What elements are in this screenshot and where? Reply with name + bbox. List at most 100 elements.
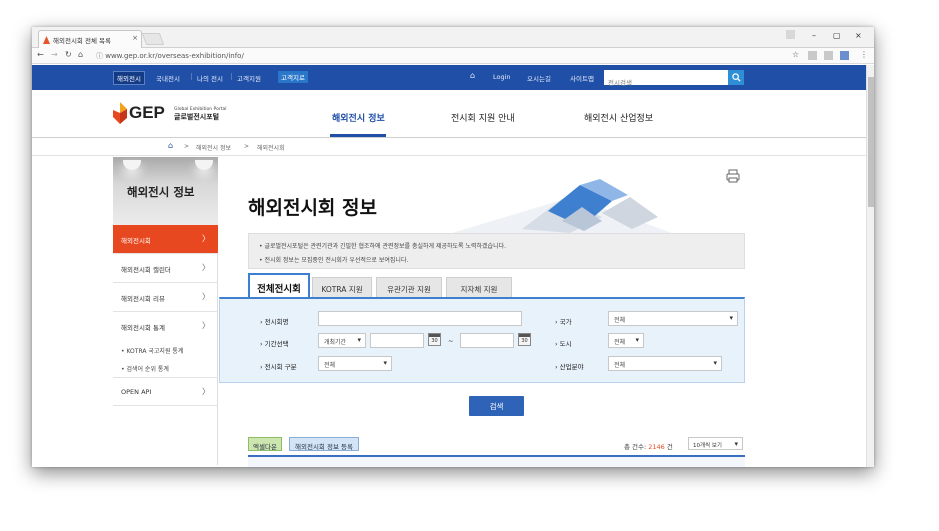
- country-select[interactable]: 전체: [608, 311, 738, 326]
- sidebar-subitem-label: 검색어 순위 통계: [126, 366, 169, 373]
- sidebar-item-calendar[interactable]: 해외전시회 캘린더 〉: [113, 254, 218, 283]
- minimize-button[interactable]: –: [812, 31, 816, 40]
- chevron-right-icon: 〉: [202, 234, 210, 243]
- maximize-button[interactable]: ▢: [833, 31, 841, 40]
- scrollbar-thumb[interactable]: [868, 77, 874, 207]
- active-nav-indicator: [330, 134, 386, 137]
- topnav-customer[interactable]: 고객지로: [278, 71, 308, 83]
- page-scrollbar[interactable]: [866, 65, 874, 467]
- lamp-decoration: [195, 160, 213, 170]
- extension-icon[interactable]: [808, 51, 817, 60]
- topnav-my-exhibition[interactable]: 나의 전시: [197, 73, 223, 83]
- sidebar-item-review[interactable]: 해외전시회 리뷰 〉: [113, 283, 218, 312]
- category-select[interactable]: 전체: [318, 356, 392, 371]
- chevron-right-icon: 〉: [202, 263, 210, 272]
- breadcrumb-sep: >: [184, 143, 190, 150]
- sidebar-item-open-api[interactable]: OPEN API 〉: [113, 377, 218, 406]
- browser-tab[interactable]: 해외전시회 전체 목록 ×: [38, 30, 142, 48]
- sidebar-menu: 해외전시회 〉 해외전시회 캘린더 〉 해외전시회 리뷰 〉 해외전시회 통계 …: [113, 225, 218, 465]
- total-count: 총 건수: 2146 건: [624, 441, 673, 451]
- divider: [231, 73, 232, 80]
- gep-logo-icon[interactable]: [113, 102, 127, 124]
- close-window-button[interactable]: ×: [855, 31, 862, 40]
- back-icon[interactable]: ←: [37, 50, 44, 59]
- register-exhibition-button[interactable]: 해외전시회 정보 등록: [289, 437, 359, 451]
- site-header: GEP Global Exhibition Portal 글로벌전시포털 해외전…: [32, 90, 874, 138]
- browser-window: 해외전시회 전체 목록 × – ▢ × ← → ↻ ⌂ ⓘ www.gep.or…: [32, 27, 874, 467]
- logo-text[interactable]: GEP: [129, 103, 165, 123]
- topnav-overseas[interactable]: 해외전시: [113, 71, 145, 85]
- extension-icon[interactable]: [840, 51, 849, 60]
- tab-close-icon[interactable]: ×: [132, 34, 138, 42]
- sidebar-item-label: OPEN API: [121, 388, 152, 396]
- site-search-input[interactable]: [604, 75, 724, 91]
- home-icon[interactable]: ⌂: [168, 141, 173, 150]
- chevron-right-icon: 〉: [202, 292, 210, 301]
- extension-icon[interactable]: [824, 51, 833, 60]
- table-header: [248, 457, 745, 467]
- calendar-icon[interactable]: 30: [518, 333, 531, 346]
- count-unit: 건: [664, 443, 673, 451]
- gnb-overseas-info[interactable]: 해외전시 정보: [332, 111, 385, 124]
- sidebar-item-exhibitions[interactable]: 해외전시회 〉: [113, 225, 218, 254]
- tab-related-agencies[interactable]: 유관기관 지원: [376, 277, 442, 297]
- exhibition-name-input[interactable]: [318, 311, 522, 326]
- sidebar-subitem-kotra-stats[interactable]: • KOTRA 국고지원 통계: [121, 346, 183, 355]
- new-tab-button[interactable]: [141, 33, 165, 45]
- directions-link[interactable]: 오시는길: [527, 73, 551, 83]
- sidebar-item-label: 해외전시회 캘린더: [121, 266, 171, 274]
- country-label: › 국가: [555, 318, 572, 326]
- exhibition-name-label: › 전시회명: [260, 318, 289, 326]
- period-type-select[interactable]: 개최기간: [318, 333, 366, 348]
- home-icon[interactable]: ⌂: [470, 71, 475, 80]
- industry-select[interactable]: 전체: [608, 356, 722, 371]
- city-select[interactable]: 전체: [608, 333, 644, 348]
- forward-icon[interactable]: →: [51, 50, 58, 59]
- sidebar-item-label: 해외전시회 통계: [121, 324, 165, 332]
- page-title: 해외전시회 정보: [248, 197, 377, 219]
- excel-download-button[interactable]: 엑셀다운: [248, 437, 282, 451]
- site-search: [604, 70, 744, 91]
- date-to-input[interactable]: [460, 333, 514, 348]
- sidebar-subitem-label: KOTRA 국고지원 통계: [126, 348, 184, 355]
- breadcrumb-item[interactable]: 해외전시 정보: [196, 143, 231, 152]
- login-link[interactable]: Login: [493, 73, 511, 81]
- tab-kotra[interactable]: KOTRA 지원: [312, 277, 372, 297]
- home-browser-icon[interactable]: ⌂: [78, 50, 83, 59]
- logo-subtitle-ko: 글로벌전시포털: [174, 113, 220, 121]
- tab-all-exhibitions[interactable]: 전체전시회: [248, 273, 310, 297]
- sidebar-subitem-keyword-stats[interactable]: • 검색어 순위 통계: [121, 364, 169, 373]
- tab-local-gov[interactable]: 지자체 지원: [446, 277, 512, 297]
- search-button[interactable]: 검색: [469, 396, 524, 416]
- date-from-input[interactable]: [370, 333, 424, 348]
- tab-title: 해외전시회 전체 목록: [53, 37, 111, 45]
- notice-box: • 글로벌전시포털은 관련기관과 긴밀한 협조하에 관련정보를 충실하게 제공하…: [248, 233, 745, 269]
- sidebar-item-label: 해외전시회 리뷰: [121, 295, 165, 303]
- sidebar-item-label: 해외전시회: [121, 237, 151, 245]
- breadcrumb-sep: >: [244, 143, 250, 150]
- reload-icon[interactable]: ↻: [65, 50, 72, 59]
- url-field[interactable]: ⓘ www.gep.or.kr/overseas-exhibition/info…: [96, 49, 776, 62]
- print-icon[interactable]: [726, 169, 740, 183]
- search-icon[interactable]: [728, 70, 744, 85]
- sidebar-item-statistics[interactable]: 해외전시회 통계 〉: [113, 312, 218, 341]
- breadcrumb-item[interactable]: 해외전시회: [257, 143, 285, 152]
- tab-strip: 해외전시회 전체 목록 × – ▢ ×: [32, 27, 874, 48]
- menu-icon[interactable]: ⋮: [860, 50, 868, 59]
- topnav-support[interactable]: 고객지원: [237, 73, 261, 83]
- calendar-icon[interactable]: 30: [428, 333, 441, 346]
- per-page-select[interactable]: 10개씩 보기: [688, 437, 743, 450]
- gnb-industry-info[interactable]: 해외전시 산업정보: [584, 111, 653, 124]
- period-label: › 기간선택: [260, 340, 289, 348]
- city-label: › 도시: [555, 340, 572, 348]
- sitemap-link[interactable]: 사이트맵: [570, 73, 594, 83]
- profile-icon[interactable]: [786, 30, 795, 39]
- count-value: 2146: [648, 443, 665, 451]
- topnav-domestic[interactable]: 국내전시: [156, 73, 180, 83]
- notice-line: • 글로벌전시포털은 관련기관과 긴밀한 협조하에 관련정보를 충실하게 제공하…: [259, 243, 507, 250]
- url-text: www.gep.or.kr/overseas-exhibition/info/: [105, 52, 244, 60]
- site-favicon-icon: [43, 36, 50, 44]
- gnb-support-guide[interactable]: 전시회 지원 안내: [451, 111, 515, 124]
- date-separator: ~: [448, 337, 454, 345]
- bookmark-star-icon[interactable]: ☆: [792, 50, 799, 59]
